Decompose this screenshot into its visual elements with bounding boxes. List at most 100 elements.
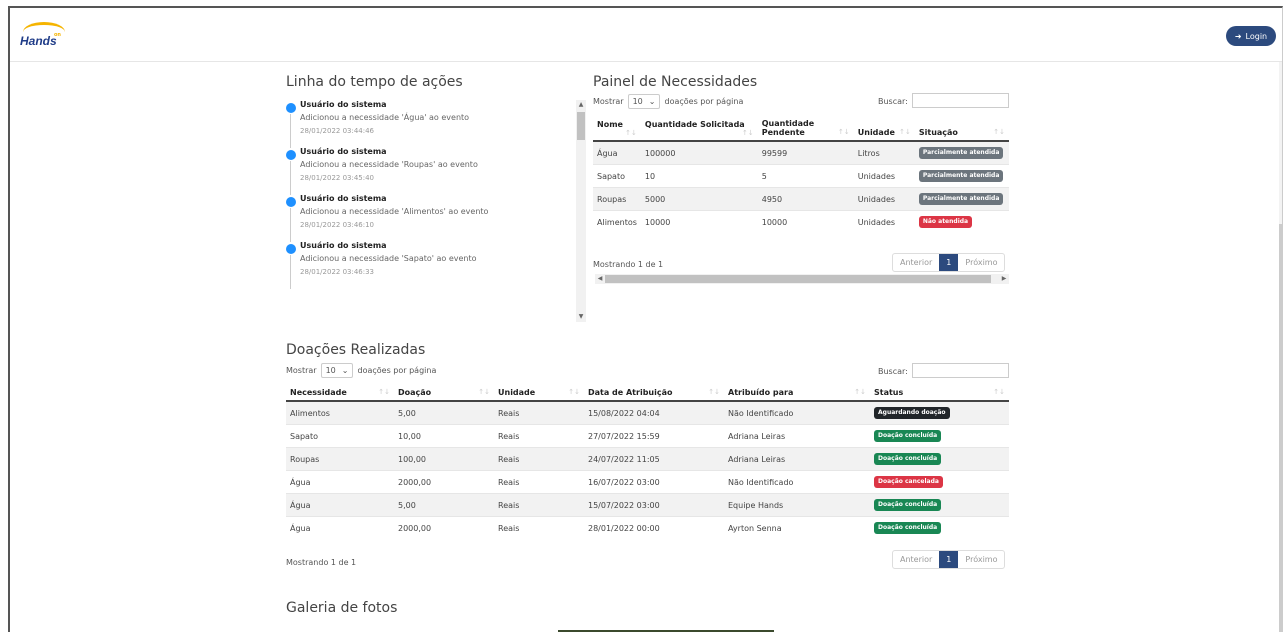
timeline-scroll-thumb[interactable]: [577, 112, 585, 140]
pagination-page-button[interactable]: 1: [939, 551, 959, 568]
scroll-up-arrow-icon[interactable]: ▲: [576, 100, 586, 110]
needs-horizontal-scrollbar[interactable]: ◀ ▶: [595, 274, 1009, 284]
timeline-list[interactable]: Usuário do sistema Adicionou a necessidad…: [286, 100, 586, 322]
needs-table-row: Alimentos 10000 10000 Unidades Não atendida: [593, 210, 1009, 233]
cell-necessidade: Água: [286, 470, 394, 494]
hands-on-logo[interactable]: Hands on: [20, 22, 70, 50]
status-badge: Não atendida: [918, 216, 973, 228]
needs-table-row: Roupas 5000 4950 Unidades Parcialmente atend…: [593, 187, 1009, 211]
timeline-item: Usuário do sistema Adicionou a necessidad…: [286, 241, 586, 289]
cell-atribuido-para: Não Identificado: [724, 470, 870, 494]
needs-page-size-value: 10: [632, 97, 643, 106]
timeline-item-timestamp: 28/01/2022 03:44:46: [300, 127, 375, 135]
cell-pendente: 10000: [757, 210, 854, 233]
browser-frame: Hands on ➜ Login Linha do tempo de ações…: [8, 6, 1283, 632]
top-navbar: Hands on ➜ Login: [10, 8, 1282, 62]
login-icon: ➜: [1234, 31, 1242, 41]
page-scrollbar[interactable]: [1279, 62, 1282, 632]
cell-situacao: Não atendida: [914, 210, 1009, 233]
cell-necessidade: Sapato: [286, 424, 394, 448]
cell-nome: Sapato: [593, 164, 641, 188]
status-badge: Parcialmente atendida: [918, 147, 1004, 159]
needs-header-row: Nome ↑↓ Quantidade Solicitada ↑↓ Quantidad…: [593, 116, 1009, 142]
cell-pendente: 5: [757, 164, 854, 188]
cell-doacao: 10,00: [394, 424, 494, 448]
needs-search-input[interactable]: [912, 93, 1009, 108]
page-scroll-thumb[interactable]: [1279, 224, 1282, 632]
sort-icon: ↑↓: [993, 128, 1005, 136]
donations-table-row: Roupas 100,00 Reais 24/07/2022 11:05 Adriana…: [286, 447, 1009, 471]
cell-atribuido-para: Adriana Leiras: [724, 424, 870, 448]
status-badge: Parcialmente atendida: [918, 193, 1004, 205]
logo-text: Hands: [20, 34, 57, 48]
cell-unidade: Reais: [494, 447, 584, 471]
status-badge: Doação concluída: [874, 522, 942, 534]
scroll-left-arrow-icon[interactable]: ◀: [595, 274, 605, 284]
pagination-next-button[interactable]: Próximo: [958, 254, 1004, 271]
donations-page-size-value: 10: [325, 366, 336, 375]
cell-situacao: Parcialmente atendida: [914, 164, 1009, 188]
needs-table: Nome ↑↓ Quantidade Solicitada ↑↓ Quantidad…: [593, 116, 1009, 233]
sort-icon: ↑↓: [742, 129, 754, 137]
donations-table-row: Água 2000,00 Reais 28/01/2022 00:00 Ayrton S…: [286, 516, 1009, 539]
col-unidade[interactable]: Unidade ↑↓: [494, 385, 584, 402]
status-badge: Doação concluída: [874, 499, 942, 511]
scroll-down-arrow-icon[interactable]: ▼: [576, 312, 586, 322]
login-button[interactable]: ➜ Login: [1226, 26, 1276, 46]
timeline-scrollbar[interactable]: ▲ ▼: [576, 100, 586, 322]
timeline-item-timestamp: 28/01/2022 03:46:10: [300, 221, 375, 229]
cell-status: Doação concluída: [870, 493, 1009, 517]
cell-unidade: Litros: [853, 140, 915, 165]
timeline-item-user: Usuário do sistema: [300, 147, 387, 156]
pagination-page-button[interactable]: 1: [939, 254, 959, 271]
cell-necessidade: Água: [286, 516, 394, 539]
scroll-right-arrow-icon[interactable]: ▶: [999, 274, 1009, 284]
donations-table-row: Sapato 10,00 Reais 27/07/2022 15:59 Adriana …: [286, 424, 1009, 448]
pagination-prev-button[interactable]: Anterior: [893, 254, 939, 271]
col-doacao[interactable]: Doação ↑↓: [394, 385, 494, 402]
cell-unidade: Reais: [494, 424, 584, 448]
timeline-item-timestamp: 28/01/2022 03:46:33: [300, 268, 375, 276]
needs-scroll-thumb[interactable]: [605, 275, 991, 283]
timeline-item-action: Adicionou a necessidade 'Água' ao evento: [300, 113, 470, 122]
needs-show-prefix: Mostrar: [593, 97, 624, 106]
cell-unidade: Reais: [494, 470, 584, 494]
col-unidade[interactable]: Unidade ↑↓: [853, 116, 915, 142]
needs-title: Painel de Necessidades: [593, 74, 758, 90]
cell-necessidade: Água: [286, 493, 394, 517]
col-nome[interactable]: Nome ↑↓: [593, 116, 641, 142]
col-necessidade[interactable]: Necessidade ↑↓: [286, 385, 394, 402]
col-atribuido-para[interactable]: Atribuído para ↑↓: [724, 385, 870, 402]
cell-data: 24/07/2022 11:05: [584, 447, 724, 471]
needs-page-size-select[interactable]: 10 ⌄: [627, 94, 661, 109]
cell-data: 27/07/2022 15:59: [584, 424, 724, 448]
donations-search-label: Buscar:: [878, 367, 908, 376]
col-data-atribuicao[interactable]: Data de Atribuição ↑↓: [584, 385, 724, 402]
sort-icon: ↑↓: [899, 128, 911, 136]
cell-doacao: 2000,00: [394, 516, 494, 539]
donations-page-size-select[interactable]: 10 ⌄: [320, 363, 354, 378]
needs-length-control: Mostrar 10 ⌄ doações por página: [593, 94, 743, 109]
sort-icon: ↑↓: [378, 388, 390, 396]
col-situacao[interactable]: Situação ↑↓: [914, 116, 1009, 142]
donations-table-row: Alimentos 5,00 Reais 15/08/2022 04:04 Não Id…: [286, 400, 1009, 425]
timeline-item: Usuário do sistema Adicionou a necessidad…: [286, 147, 586, 195]
cell-status: Doação cancelada: [870, 470, 1009, 494]
needs-show-suffix: doações por página: [664, 97, 744, 106]
col-quantidade-pendente[interactable]: Quantidade Pendente ↑↓: [757, 116, 854, 142]
chat-bubble-icon: [286, 244, 296, 254]
cell-data: 15/07/2022 03:00: [584, 493, 724, 517]
pagination-prev-button[interactable]: Anterior: [893, 551, 939, 568]
col-status[interactable]: Status ↑↓: [870, 385, 1009, 402]
needs-pagination: Anterior 1 Próximo: [892, 253, 1006, 272]
col-quantidade-solicitada[interactable]: Quantidade Solicitada ↑↓: [640, 116, 758, 142]
timeline-connector: [290, 114, 291, 148]
cell-atribuido-para: Ayrton Senna: [724, 516, 870, 539]
pagination-next-button[interactable]: Próximo: [958, 551, 1004, 568]
donations-header-row: Necessidade ↑↓ Doação ↑↓ Unidade ↑↓ Data de…: [286, 385, 1009, 402]
cell-unidade: Unidades: [853, 210, 915, 233]
needs-table-row: Sapato 10 5 Unidades Parcialmente atendida: [593, 164, 1009, 188]
timeline-title: Linha do tempo de ações: [286, 74, 463, 90]
donations-search-input[interactable]: [912, 363, 1009, 378]
cell-nome: Alimentos: [593, 210, 641, 233]
